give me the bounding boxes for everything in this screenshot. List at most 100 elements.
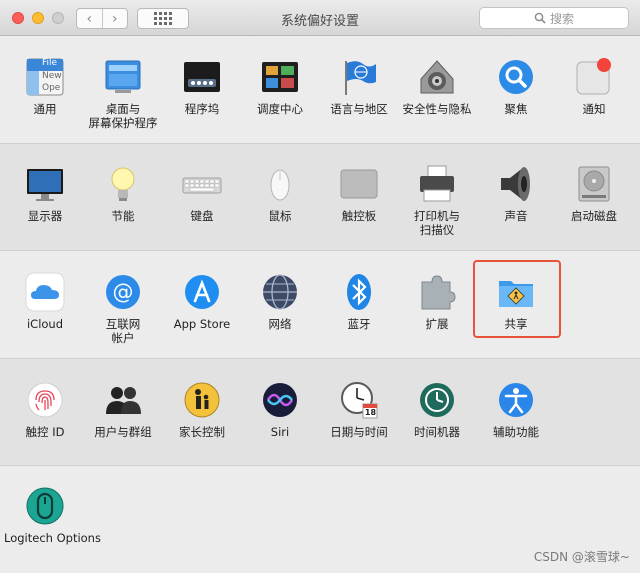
pane-accessibility[interactable]: 辅助功能 xyxy=(475,380,557,439)
pane-label: 触控板 xyxy=(341,209,377,223)
time-machine-icon xyxy=(417,380,457,420)
pane-siri[interactable]: Siri xyxy=(239,380,321,439)
pane-label: 通知 xyxy=(582,102,606,116)
notification-icon xyxy=(574,57,614,97)
pane-network[interactable]: 网络 xyxy=(239,272,321,331)
pane-label: 聚焦 xyxy=(504,102,528,116)
pane-label: 扩展 xyxy=(425,317,449,331)
pane-label: 时间机器 xyxy=(414,425,460,439)
pane-label: 鼠标 xyxy=(268,209,292,223)
search-icon xyxy=(534,12,546,24)
accessibility-icon xyxy=(496,380,536,420)
pane-label: 安全性与隐私 xyxy=(402,102,472,116)
puzzle-icon xyxy=(417,272,457,312)
pane-label: 启动磁盘 xyxy=(571,209,617,223)
appstore-icon xyxy=(182,272,222,312)
pane-startup-disk[interactable]: 启动磁盘 xyxy=(553,164,635,223)
pane-keyboard[interactable]: 键盘 xyxy=(161,164,243,223)
pane-label: 用户与群组 xyxy=(94,425,152,439)
pane-time-machine[interactable]: 时间机器 xyxy=(396,380,478,439)
pane-touch-id[interactable]: 触控 ID xyxy=(4,380,86,439)
logitech-icon xyxy=(25,486,65,526)
disk-icon xyxy=(574,164,614,204)
at-icon: @ xyxy=(103,272,143,312)
pane-label: 语言与地区 xyxy=(330,102,388,116)
pane-label: 显示器 xyxy=(27,209,63,223)
general-icon-text-2: New xyxy=(42,71,62,81)
pane-trackpad[interactable]: 触控板 xyxy=(318,164,400,223)
pane-dock[interactable]: 程序坞 xyxy=(161,57,243,116)
title-bar: ‹ › 系统偏好设置 搜索 xyxy=(0,0,640,36)
pane-energy[interactable]: 节能 xyxy=(82,164,164,223)
search-input[interactable]: 搜索 xyxy=(479,7,629,29)
pane-mouse[interactable]: 鼠标 xyxy=(239,164,321,223)
pane-label: 家长控制 xyxy=(179,425,225,439)
pane-label: Siri xyxy=(270,425,290,439)
pane-label: 节能 xyxy=(111,209,135,223)
pane-display[interactable]: 显示器 xyxy=(4,164,86,223)
pane-date-time[interactable]: 18 日期与时间 xyxy=(318,380,400,439)
pane-label: 触控 ID xyxy=(25,425,65,439)
pane-label: App Store xyxy=(173,317,231,331)
bluetooth-icon xyxy=(339,272,379,312)
svg-text:@: @ xyxy=(113,280,134,304)
pane-label: 辅助功能 xyxy=(493,425,539,439)
watermark: CSDN @滚雪球~ xyxy=(533,550,630,564)
pane-spotlight[interactable]: 聚焦 xyxy=(475,57,557,116)
parental-icon xyxy=(182,380,222,420)
flag-icon xyxy=(339,57,379,97)
pane-label: 日期与时间 xyxy=(330,425,388,439)
bulb-icon xyxy=(103,164,143,204)
cloud-icon xyxy=(25,272,65,312)
security-icon xyxy=(417,57,457,97)
mission-control-icon xyxy=(260,57,300,97)
keyboard-icon xyxy=(182,164,222,204)
pane-security[interactable]: 安全性与隐私 xyxy=(396,57,478,116)
users-icon xyxy=(103,380,143,420)
pane-icloud[interactable]: iCloud xyxy=(4,272,86,331)
printer-icon xyxy=(417,164,457,204)
pane-language[interactable]: 语言与地区 xyxy=(318,57,400,116)
pane-app-store[interactable]: App Store xyxy=(161,272,243,331)
pane-desktop[interactable]: 桌面与 屏幕保护程序 xyxy=(82,57,164,130)
pane-label: iCloud xyxy=(26,317,64,331)
pane-label: 互联网 帐户 xyxy=(105,317,141,345)
desktop-icon xyxy=(103,57,143,97)
pane-general[interactable]: File New Ope 通用 xyxy=(4,57,86,116)
spotlight-icon xyxy=(496,57,536,97)
pane-logitech-options[interactable]: Logitech Options xyxy=(4,486,101,545)
pane-parental-controls[interactable]: 家长控制 xyxy=(161,380,243,439)
pane-printers[interactable]: 打印机与 扫描仪 xyxy=(396,164,478,237)
pane-internet-accounts[interactable]: @ 互联网 帐户 xyxy=(82,272,164,345)
pane-label: 键盘 xyxy=(190,209,214,223)
siri-icon xyxy=(260,380,300,420)
pane-label: 桌面与 屏幕保护程序 xyxy=(88,102,158,130)
highlight-frame xyxy=(473,260,561,338)
pane-sound[interactable]: 声音 xyxy=(475,164,557,223)
pane-notification[interactable]: 通知 xyxy=(553,57,635,116)
pane-users-groups[interactable]: 用户与群组 xyxy=(82,380,164,439)
speaker-icon xyxy=(496,164,536,204)
general-icon-text-3: Ope xyxy=(42,83,61,93)
pane-bluetooth[interactable]: 蓝牙 xyxy=(318,272,400,331)
pane-extensions[interactable]: 扩展 xyxy=(396,272,478,331)
pane-label: 声音 xyxy=(504,209,528,223)
display-icon xyxy=(25,164,65,204)
globe-icon xyxy=(260,272,300,312)
pane-label: 通用 xyxy=(33,102,57,116)
pane-mission-control[interactable]: 调度中心 xyxy=(239,57,321,116)
trackpad-icon xyxy=(339,164,379,204)
calendar-day: 18 xyxy=(364,408,377,417)
pane-label: 打印机与 扫描仪 xyxy=(414,209,460,237)
search-placeholder: 搜索 xyxy=(549,11,574,26)
general-icon-text-1: File xyxy=(42,58,58,68)
general-icon: File New Ope xyxy=(25,57,65,97)
pane-label: 网络 xyxy=(268,317,292,331)
pane-label: 调度中心 xyxy=(257,102,303,116)
pane-label: Logitech Options xyxy=(4,531,101,545)
clock-icon: 18 xyxy=(339,380,379,420)
dock-icon xyxy=(182,57,222,97)
fingerprint-icon xyxy=(25,380,65,420)
mouse-icon xyxy=(260,164,300,204)
pane-label: 程序坞 xyxy=(184,102,220,116)
